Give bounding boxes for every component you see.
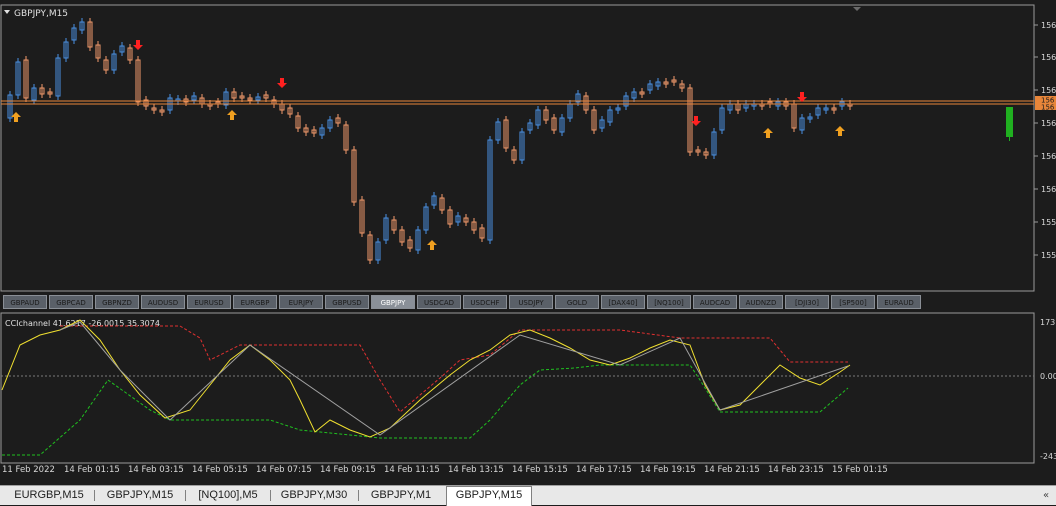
time-axis: 11 Feb 2022 14 Feb 01:15 14 Feb 03:15 14 Fe…	[0, 463, 1056, 479]
time-axis-label: 15 Feb 01:15	[832, 465, 888, 475]
symbol-button-audusd[interactable]: AUDUSD	[141, 295, 185, 309]
price-axis-label: 156	[1041, 185, 1056, 194]
symbol-button-dji30[interactable]: [DJI30]	[785, 295, 829, 309]
tab-separator	[94, 490, 95, 501]
price-axis-label: 156	[1041, 53, 1056, 62]
time-axis-label: 14 Feb 17:15	[576, 465, 632, 475]
symbol-button-euraud[interactable]: EURAUD	[877, 295, 921, 309]
tab-separator	[270, 490, 271, 501]
tab-nq100m5-2[interactable]: [NQ100],M5	[188, 487, 268, 504]
time-axis-label: 14 Feb 05:15	[192, 465, 248, 475]
price-axis-label: 156	[1041, 152, 1056, 161]
price-axis-label: 156	[1041, 119, 1056, 128]
symbol-button-eurusd[interactable]: EURUSD	[187, 295, 231, 309]
price-chart[interactable]: GBPJPY,M15 156 156 156 156 156 156 155 155 156 …	[0, 4, 1056, 292]
time-axis-label: 14 Feb 11:15	[384, 465, 440, 475]
time-axis-label: 14 Feb 23:15	[768, 465, 824, 475]
symbol-button-usdcad[interactable]: USDCAD	[417, 295, 461, 309]
tab-separator	[358, 490, 359, 501]
symbol-button-gbpjpy[interactable]: GBPJPY	[371, 295, 415, 309]
terminal-window: GBPJPY,M15 156 156 156 156 156 156 155 155 156 …	[0, 0, 1056, 506]
symbol-button-gbpnzd[interactable]: GBPNZD	[95, 295, 139, 309]
price-axis-label: 155	[1041, 218, 1056, 227]
cci-label: CCIchannel 41.6217 -26.0015 35.3074	[5, 319, 160, 328]
symbol-button-bar: GBPAUD GBPCAD GBPNZD AUDUSD EURUSD EURGBP EURJ…	[0, 293, 1036, 311]
symbol-button-nq100[interactable]: [NQ100]	[647, 295, 691, 309]
time-axis-label: 14 Feb 01:15	[64, 465, 120, 475]
volume-bar-green	[1006, 107, 1013, 137]
time-axis-label: 11 Feb 2022	[2, 465, 55, 475]
time-axis-label: 14 Feb 13:15	[448, 465, 504, 475]
symbol-button-sp500[interactable]: [SP500]	[831, 295, 875, 309]
symbol-button-audcad[interactable]: AUDCAD	[693, 295, 737, 309]
symbol-button-usdchf[interactable]: USDCHF	[463, 295, 507, 309]
time-axis-label: 14 Feb 15:15	[512, 465, 568, 475]
cci-axis-top: 173.	[1040, 318, 1056, 327]
tab-gbpjpym15-5[interactable]: GBPJPY,M15	[446, 486, 532, 506]
tab-gbpjpym1-4[interactable]: GBPJPY,M1	[362, 487, 440, 504]
time-axis-label: 14 Feb 07:15	[256, 465, 312, 475]
symbol-button-dax40[interactable]: [DAX40]	[601, 295, 645, 309]
time-axis-label: 14 Feb 21:15	[704, 465, 760, 475]
symbol-button-gold[interactable]: GOLD	[555, 295, 599, 309]
symbol-button-usdjpy[interactable]: USDJPY	[509, 295, 553, 309]
time-axis-label: 14 Feb 19:15	[640, 465, 696, 475]
tab-separator	[185, 490, 186, 501]
tab-gbpjpym30-3[interactable]: GBPJPY,M30	[272, 487, 356, 504]
cci-axis-mid: 0.00	[1040, 372, 1056, 381]
symbol-button-eurjpy[interactable]: EURJPY	[279, 295, 323, 309]
symbol-button-audnzd[interactable]: AUDNZD	[739, 295, 783, 309]
symbol-button-eurgbp[interactable]: EURGBP	[233, 295, 277, 309]
time-axis-label: 14 Feb 03:15	[128, 465, 184, 475]
price-axis: 156 156 156 156 156 156 155 155	[1034, 21, 1056, 260]
price-axis-label: 156	[1041, 86, 1056, 95]
tab-eurgbpm15-0[interactable]: EURGBP,M15	[6, 487, 92, 504]
symbol-button-gbpaud[interactable]: GBPAUD	[3, 295, 47, 309]
cci-axis-bottom: -243	[1040, 452, 1056, 461]
time-axis-label: 14 Feb 09:15	[320, 465, 376, 475]
price-axis-label: 156	[1041, 21, 1056, 30]
chart-border	[0, 4, 1035, 292]
tab-scroll-icon[interactable]: «	[1036, 486, 1056, 505]
cci-indicator-pane[interactable]: CCIchannel 41.6217 -26.0015 35.3074 173.…	[0, 312, 1056, 464]
symbol-button-gbpcad[interactable]: GBPCAD	[49, 295, 93, 309]
tab-gbpjpym15-1[interactable]: GBPJPY,M15	[97, 487, 183, 504]
chart-tab-bar: « EURGBP,M15 GBPJPY,M15 [NQ100],M5 GBPJPY,M…	[0, 485, 1056, 506]
symbol-button-gbpusd[interactable]: GBPUSD	[325, 295, 369, 309]
stub-axis-0: 0	[1040, 312, 1044, 313]
price-axis-label: 155	[1041, 251, 1056, 260]
current-price-tag-2-text: 156	[1041, 104, 1055, 112]
chart-symbol-label: GBPJPY,M15	[14, 9, 68, 19]
